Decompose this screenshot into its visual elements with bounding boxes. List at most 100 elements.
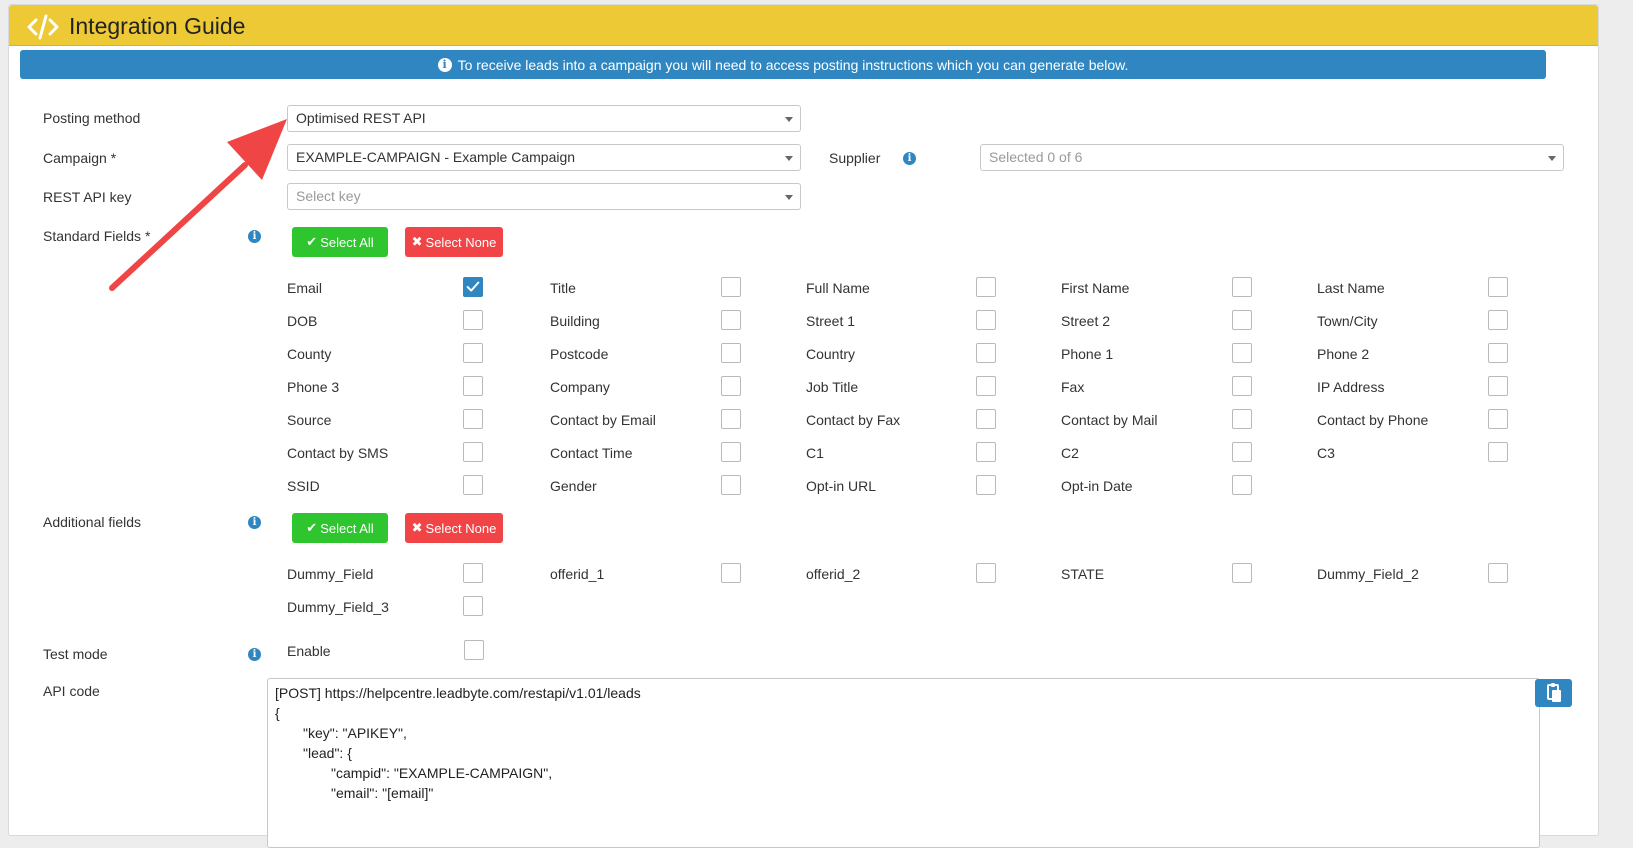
field-checkbox[interactable] [1488,310,1508,330]
field-checkbox[interactable] [721,376,741,396]
field-checkbox[interactable] [721,563,741,583]
field-label: offerid_1 [550,566,605,582]
field-checkbox[interactable] [976,475,996,495]
field-label: Contact by SMS [287,445,389,461]
standard-select-all-button[interactable]: ✔ Select All [292,227,388,257]
standard-select-none-button[interactable]: ✖ Select None [405,227,503,257]
field-checkbox[interactable] [1232,563,1252,583]
field-checkbox[interactable] [1488,563,1508,583]
clipboard-icon [1547,683,1561,702]
field-label: Building [550,313,600,329]
code-line: [POST] https://helpcentre.leadbyte.com/r… [275,685,641,701]
field-label: Contact Time [550,445,633,461]
test-mode-checkbox[interactable] [464,640,484,660]
posting-method-value: Optimised REST API [296,110,426,126]
field-checkbox[interactable] [1232,277,1252,297]
info-banner-text: To receive leads into a campaign you wil… [457,56,1129,73]
field-checkbox[interactable] [721,442,741,462]
field-checkbox[interactable] [463,596,483,616]
field-checkbox[interactable] [1488,409,1508,429]
supplier-info-icon[interactable]: i [903,152,916,165]
field-checkbox[interactable] [976,310,996,330]
additional-fields-info-icon[interactable]: i [248,516,261,529]
field-label: Company [550,379,610,395]
field-checkbox[interactable] [976,442,996,462]
field-checkbox[interactable] [976,409,996,429]
campaign-select[interactable]: EXAMPLE-CAMPAIGN - Example Campaign [287,144,801,171]
field-checkbox[interactable] [463,277,483,297]
field-checkbox[interactable] [1232,343,1252,363]
chevron-down-icon [1548,156,1556,161]
info-banner: i To receive leads into a campaign you w… [20,50,1546,79]
field-checkbox[interactable] [1232,310,1252,330]
select-all-label: Select All [320,234,374,250]
field-checkbox[interactable] [463,563,483,583]
test-mode-info-icon[interactable]: i [248,648,261,661]
api-code-box[interactable]: [POST] https://helpcentre.leadbyte.com/r… [267,678,1540,848]
standard-fields-info-icon[interactable]: i [248,230,261,243]
field-label: Dummy_Field_3 [287,599,389,615]
field-checkbox[interactable] [463,343,483,363]
x-icon: ✖ [411,520,423,535]
field-label: Dummy_Field [287,566,374,582]
field-label: Source [287,412,332,428]
field-checkbox[interactable] [721,475,741,495]
select-none-label: Select None [425,234,497,250]
field-label: Town/City [1317,313,1378,329]
field-label: Title [550,280,576,296]
field-checkbox[interactable] [1232,376,1252,396]
field-label: Phone 1 [1061,346,1114,362]
field-checkbox[interactable] [1488,277,1508,297]
test-mode-label: Test mode [43,646,108,662]
field-checkbox[interactable] [976,376,996,396]
field-label: Dummy_Field_2 [1317,566,1419,582]
chevron-down-icon [785,117,793,122]
posting-method-select[interactable]: Optimised REST API [287,105,801,132]
supplier-select[interactable]: Selected 0 of 6 [980,144,1564,171]
field-label: Contact by Mail [1061,412,1158,428]
copy-button[interactable] [1535,679,1572,707]
additional-select-none-button[interactable]: ✖ Select None [405,513,503,543]
field-checkbox[interactable] [463,442,483,462]
field-label: Job Title [806,379,859,395]
field-checkbox[interactable] [721,310,741,330]
page-title: Integration Guide [69,13,246,39]
code-icon [27,14,59,40]
code-line: { [275,705,280,721]
rest-api-key-select[interactable]: Select key [287,183,801,210]
field-checkbox[interactable] [463,376,483,396]
field-label: Last Name [1317,280,1385,296]
field-label: Street 2 [1061,313,1111,329]
chevron-down-icon [785,156,793,161]
field-checkbox[interactable] [1488,442,1508,462]
field-checkbox[interactable] [1488,376,1508,396]
field-checkbox[interactable] [463,310,483,330]
code-line: "lead": { [303,745,352,761]
field-checkbox[interactable] [976,343,996,363]
field-checkbox[interactable] [1232,409,1252,429]
field-label: First Name [1061,280,1130,296]
field-label: Gender [550,478,597,494]
field-checkbox[interactable] [1488,343,1508,363]
field-label: Country [806,346,856,362]
field-checkbox[interactable] [1232,442,1252,462]
field-checkbox[interactable] [976,563,996,583]
rest-api-key-placeholder: Select key [296,188,361,204]
additional-select-all-button[interactable]: ✔ Select All [292,513,388,543]
info-circle-icon: i [437,57,452,72]
field-checkbox[interactable] [463,475,483,495]
api-code-label: API code [43,683,100,699]
field-label: County [287,346,332,362]
campaign-value: EXAMPLE-CAMPAIGN - Example Campaign [296,149,576,165]
field-checkbox[interactable] [1232,475,1252,495]
field-checkbox[interactable] [721,409,741,429]
field-label: Phone 2 [1317,346,1370,362]
field-label: Postcode [550,346,609,362]
field-checkbox[interactable] [721,343,741,363]
field-checkbox[interactable] [976,277,996,297]
field-checkbox[interactable] [721,277,741,297]
field-label: STATE [1061,566,1105,582]
field-checkbox[interactable] [463,409,483,429]
field-label: DOB [287,313,318,329]
field-label: offerid_2 [806,566,861,582]
